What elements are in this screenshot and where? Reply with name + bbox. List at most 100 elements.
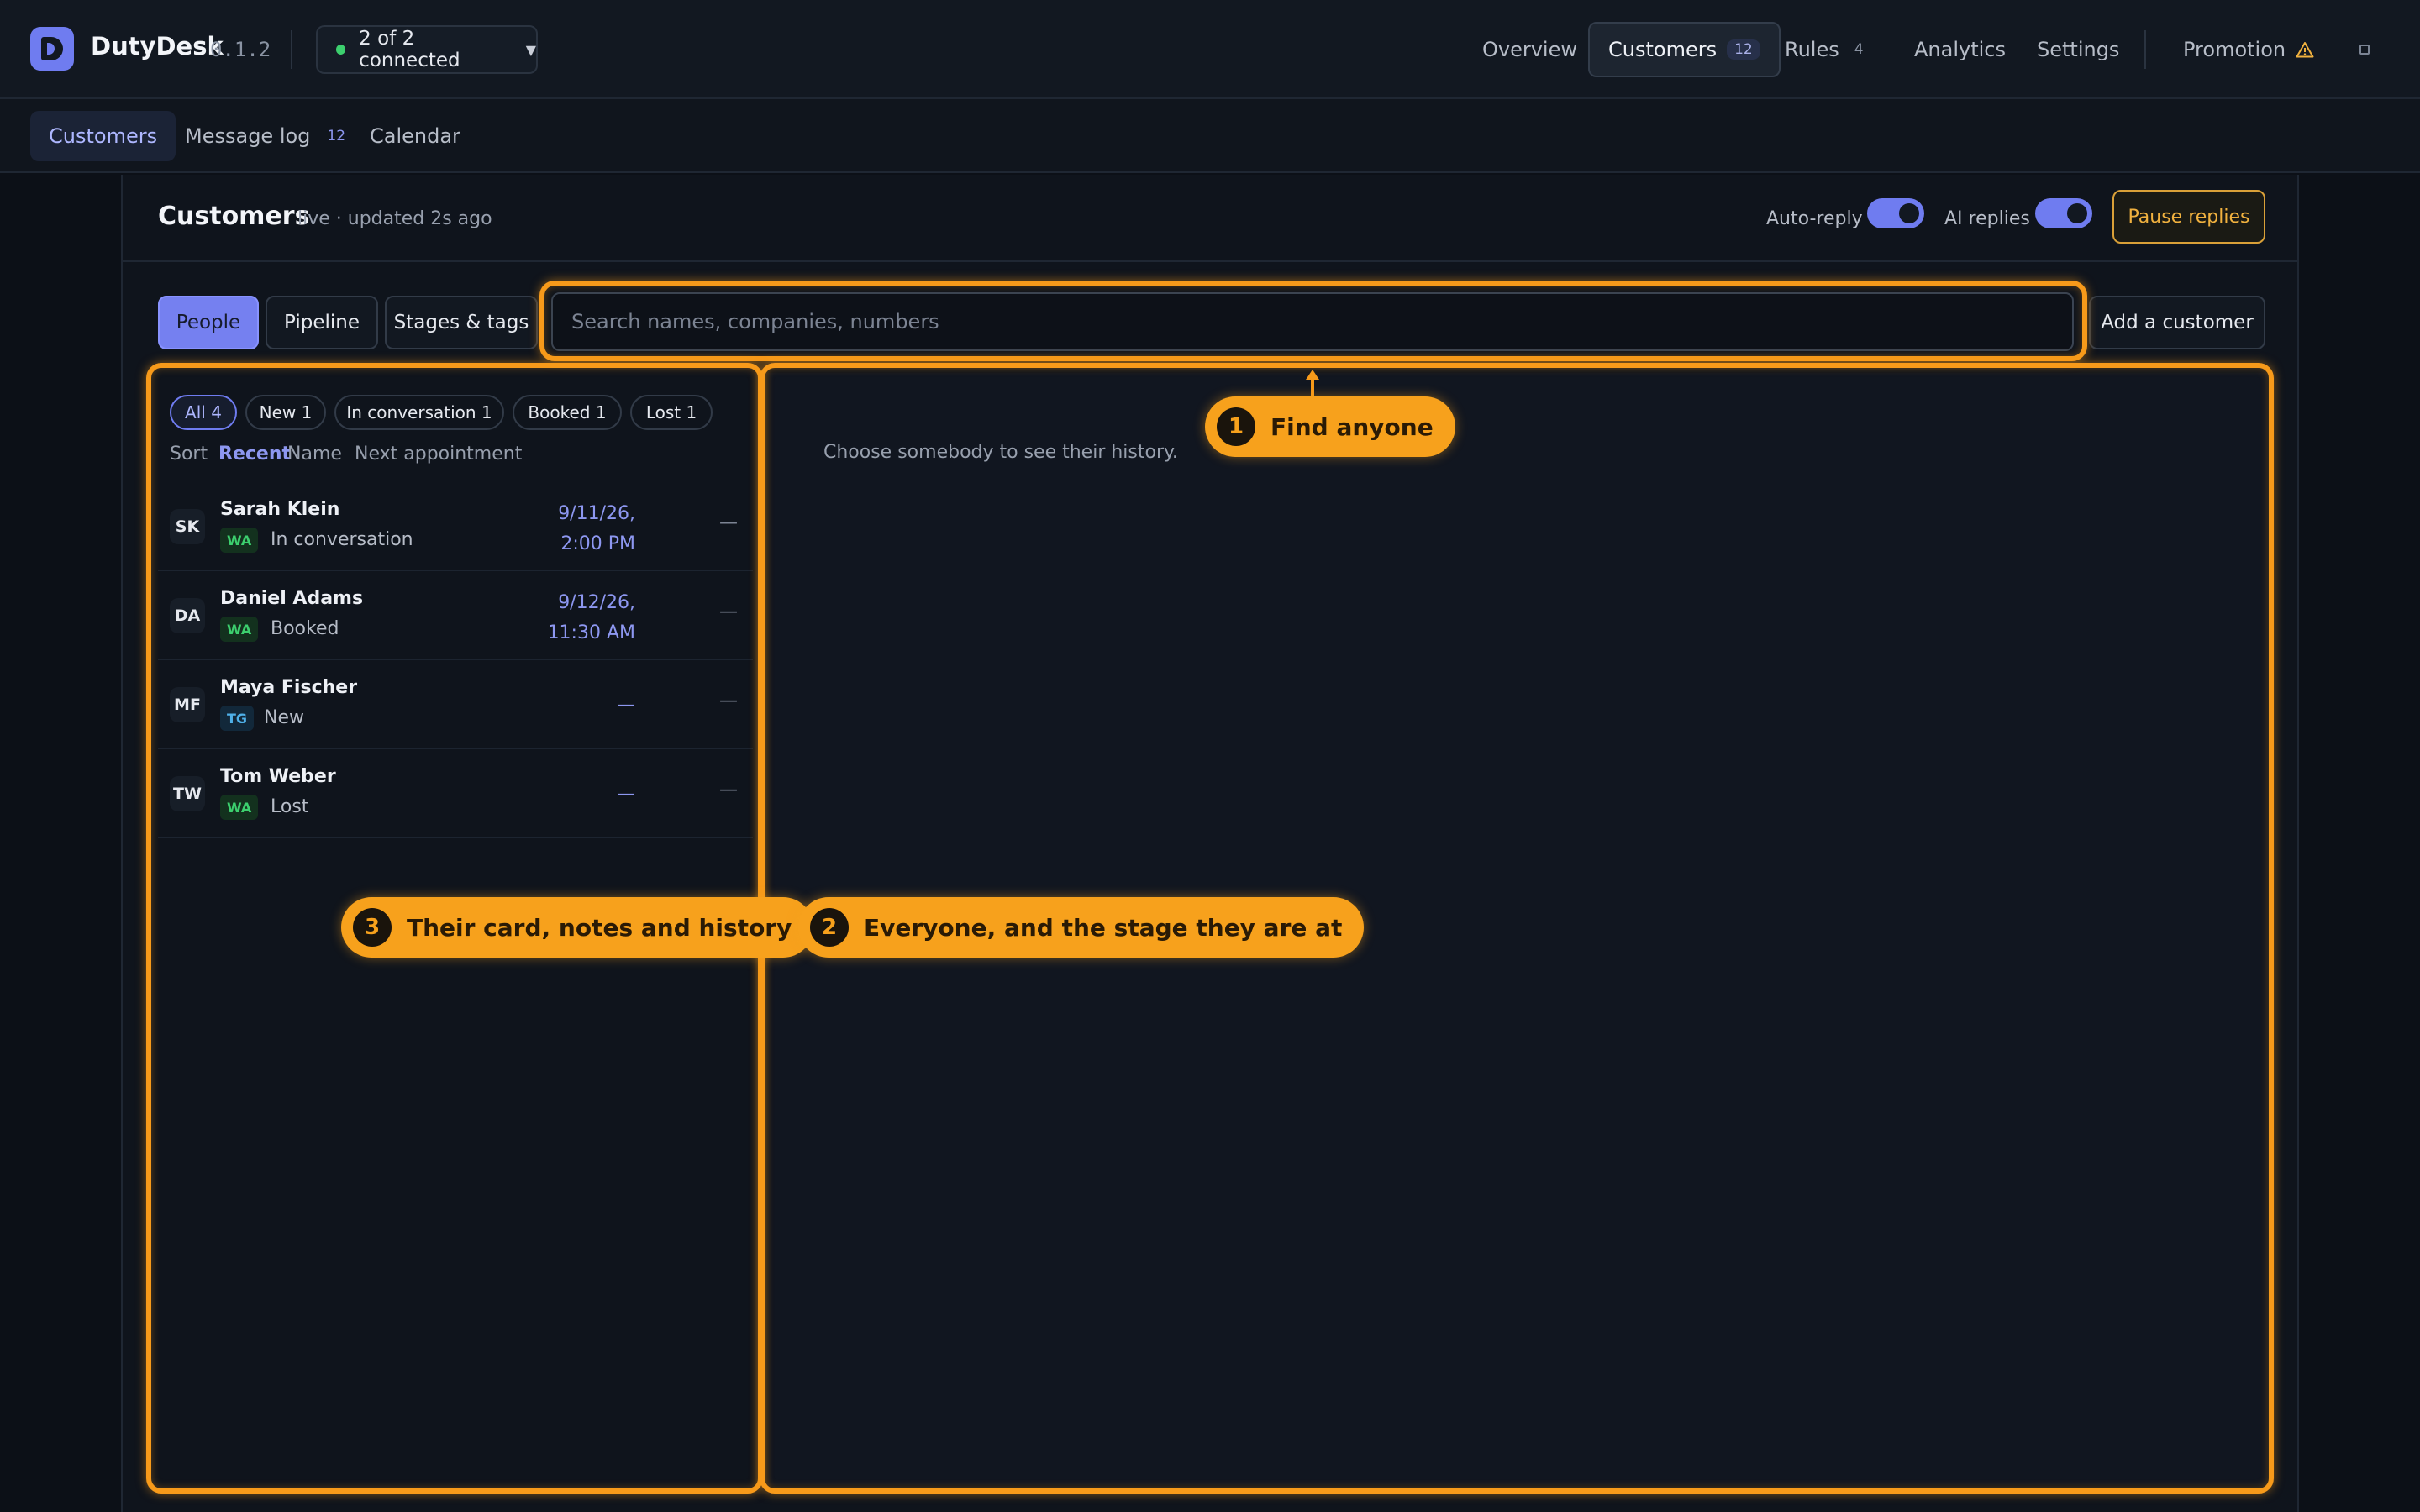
appointment-date: 9/12/26, bbox=[558, 592, 635, 613]
callout-everyone-stage[interactable]: 2 Everyone, and the stage they are at bbox=[798, 897, 1365, 958]
nav-customers[interactable]: Customers 12 bbox=[1588, 22, 1781, 77]
nav-promotion[interactable]: Promotion bbox=[2183, 22, 2314, 77]
view-tab-pipeline[interactable]: Pipeline bbox=[266, 296, 378, 349]
appointment-time: 2:00 PM bbox=[560, 533, 635, 554]
nav-analytics[interactable]: Analytics bbox=[1914, 22, 2006, 77]
channel-badge: WA bbox=[220, 795, 259, 820]
callout-text: Their card, notes and history bbox=[407, 913, 792, 942]
callout-card-notes-history[interactable]: 3 Their card, notes and history bbox=[341, 897, 814, 958]
customer-row[interactable]: DA Daniel Adams WA Booked 9/12/26, 11:30… bbox=[158, 573, 753, 660]
next-appointment: 9/11/26, 2:00 PM bbox=[534, 499, 635, 559]
filter-chip-booked[interactable]: Booked 1 bbox=[513, 395, 622, 430]
next-appointment: — bbox=[617, 695, 635, 716]
app-logo[interactable] bbox=[30, 27, 74, 71]
live-status: live · updated 2s ago bbox=[297, 208, 492, 229]
last-contact: — bbox=[719, 780, 738, 801]
callout-text: Find anyone bbox=[1270, 412, 1434, 441]
page-header: Customers live · updated 2s ago Auto-rep… bbox=[123, 175, 2297, 262]
filter-chip-lost[interactable]: Lost 1 bbox=[630, 395, 713, 430]
filter-chip-in-conversation[interactable]: In conversation 1 bbox=[334, 395, 504, 430]
next-appointment: — bbox=[617, 784, 635, 805]
arrow-up-icon bbox=[1306, 370, 1319, 380]
filter-chip-new[interactable]: New 1 bbox=[245, 395, 326, 430]
customer-name: Maya Fischer bbox=[220, 677, 358, 698]
sort-option-name[interactable]: Name bbox=[287, 444, 342, 465]
last-contact: — bbox=[719, 690, 738, 711]
customer-stage: Lost bbox=[271, 796, 309, 817]
nav-customers-label: Customers bbox=[1608, 38, 1718, 61]
customer-stage: Booked bbox=[271, 618, 339, 639]
nav-rules[interactable]: Rules 4 bbox=[1785, 22, 1864, 77]
auto-reply-label: Auto-reply bbox=[1766, 208, 1863, 229]
subtab-calendar[interactable]: Calendar bbox=[370, 111, 460, 161]
page-title: Customers bbox=[158, 202, 310, 231]
callout-number: 1 bbox=[1217, 407, 1255, 446]
search-input[interactable] bbox=[551, 292, 2074, 351]
avatar: MF bbox=[170, 687, 205, 722]
appointment-time: 11:30 AM bbox=[547, 622, 635, 643]
nav-analytics-label: Analytics bbox=[1914, 38, 2006, 61]
app-version: 0.1.2 bbox=[210, 38, 271, 61]
customer-name: Sarah Klein bbox=[220, 499, 340, 520]
last-contact: — bbox=[719, 512, 738, 533]
customer-row[interactable]: TW Tom Weber WA Lost — — bbox=[158, 751, 753, 838]
connection-dropdown[interactable]: 2 of 2 connected ▼ bbox=[316, 25, 538, 74]
callout-number: 3 bbox=[353, 908, 392, 947]
subtab-message-log-badge: 12 bbox=[327, 128, 346, 144]
nav-promotion-label: Promotion bbox=[2183, 38, 2286, 61]
avatar: TW bbox=[170, 776, 205, 811]
nav-customers-badge: 12 bbox=[1727, 39, 1760, 60]
top-bar: DutyDesk 0.1.2 2 of 2 connected ▼ Overvi… bbox=[0, 0, 2420, 99]
sub-nav: Customers Message log 12 Calendar bbox=[0, 99, 2420, 173]
nav-rules-count: 4 bbox=[1854, 41, 1864, 58]
nav-settings-label: Settings bbox=[2037, 38, 2120, 61]
avatar: SK bbox=[170, 509, 205, 544]
subtab-calendar-label: Calendar bbox=[370, 124, 460, 148]
window-square-icon[interactable] bbox=[2360, 45, 2370, 55]
customers-page: Customers live · updated 2s ago Auto-rep… bbox=[121, 175, 2299, 1512]
channel-badge: WA bbox=[220, 528, 259, 553]
callout-find-anyone[interactable]: 1 Find anyone bbox=[1205, 396, 1455, 457]
detail-empty-state: Choose somebody to see their history. bbox=[823, 442, 1178, 463]
last-contact: — bbox=[719, 601, 738, 622]
connection-label: 2 of 2 connected bbox=[359, 28, 460, 71]
subtab-customers-label: Customers bbox=[49, 124, 158, 148]
app-name: DutyDesk bbox=[91, 32, 224, 60]
ai-replies-label: AI replies bbox=[1944, 208, 2030, 229]
nav-rules-label: Rules bbox=[1785, 38, 1839, 61]
customer-stage: New bbox=[264, 707, 304, 728]
subtab-message-log-label: Message log bbox=[185, 124, 311, 148]
customer-row[interactable]: SK Sarah Klein WA In conversation 9/11/2… bbox=[158, 484, 753, 571]
filter-chip-all[interactable]: All 4 bbox=[170, 395, 237, 430]
caret-down-icon: ▼ bbox=[525, 41, 536, 58]
customer-name: Tom Weber bbox=[220, 766, 336, 787]
channel-badge: TG bbox=[220, 706, 255, 731]
callout-text: Everyone, and the stage they are at bbox=[864, 913, 1343, 942]
avatar: DA bbox=[170, 598, 205, 633]
sort-option-next-appointment[interactable]: Next appointment bbox=[355, 444, 522, 465]
nav-settings[interactable]: Settings bbox=[2037, 22, 2119, 77]
divider bbox=[291, 30, 292, 69]
view-tab-people[interactable]: People bbox=[158, 296, 259, 349]
view-tab-stages-tags[interactable]: Stages & tags bbox=[385, 296, 538, 349]
add-customer-button[interactable]: Add a customer bbox=[2089, 296, 2265, 349]
sort-label: Sort bbox=[170, 444, 208, 465]
customer-row[interactable]: MF Maya Fischer TG New — — bbox=[158, 662, 753, 749]
logo-d-icon bbox=[41, 37, 63, 60]
subtab-message-log[interactable]: Message log 12 bbox=[185, 111, 345, 161]
warning-icon bbox=[2296, 42, 2314, 58]
sort-option-recent[interactable]: Recent bbox=[218, 444, 291, 465]
appointment-date: 9/11/26, bbox=[558, 503, 635, 524]
pause-replies-button[interactable]: Pause replies bbox=[2112, 190, 2265, 244]
channel-badge: WA bbox=[220, 617, 259, 642]
divider bbox=[2144, 30, 2146, 69]
customer-name: Daniel Adams bbox=[220, 588, 364, 609]
nav-overview-label: Overview bbox=[1482, 38, 1577, 61]
status-dot-icon bbox=[336, 45, 346, 55]
auto-reply-toggle[interactable] bbox=[1867, 198, 1924, 228]
callout-number: 2 bbox=[810, 908, 849, 947]
next-appointment: 9/12/26, 11:30 AM bbox=[534, 588, 635, 648]
nav-overview[interactable]: Overview bbox=[1482, 22, 1577, 77]
ai-replies-toggle[interactable] bbox=[2035, 198, 2092, 228]
subtab-customers[interactable]: Customers bbox=[30, 111, 176, 161]
